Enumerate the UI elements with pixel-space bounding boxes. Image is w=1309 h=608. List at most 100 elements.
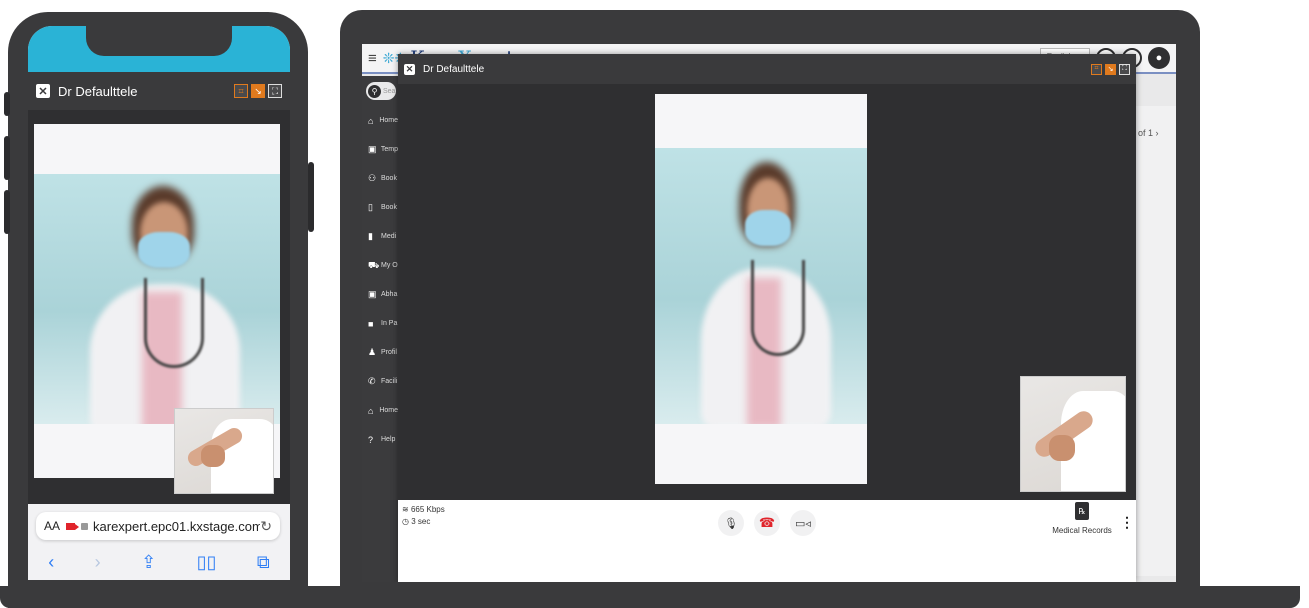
close-icon[interactable]: ✕ [36, 84, 50, 98]
call-stats: ≋ 665 Kbps ◷ 3 sec [402, 504, 445, 528]
phone-video-area [28, 110, 290, 504]
sidebar: ⚲ Sea ⌂ Home ▣ Temp ⚇ Book ▯ Book ▮ Medi ⛟ My … [362, 76, 398, 582]
medicine-icon: ▮ [368, 231, 373, 241]
medical-records-button[interactable]: ℞ Medical Records [1052, 502, 1112, 535]
self-video-preview[interactable] [1020, 376, 1126, 492]
pagination-text[interactable]: of 1 › [1138, 128, 1159, 138]
sidebar-item-medicine[interactable]: ▮ Medi [362, 222, 398, 251]
close-icon[interactable]: ✕ [404, 63, 415, 75]
stethoscope [144, 278, 204, 368]
address-bar[interactable]: AA karexpert.epc01.kxstage.com ↻ [36, 512, 280, 540]
microphone-icon: 🎙 [724, 517, 738, 530]
video-call-window: ✕ Dr Defaulttele ⌗ ↘ ⛶ ≋ 665 Kbps ◷ 3 se… [398, 54, 1136, 582]
text-size-button[interactable]: AA [44, 519, 60, 533]
template-icon: ▣ [368, 144, 377, 154]
sidebar-item-facility[interactable]: ✆ Facili [362, 367, 398, 396]
sidebar-item-label: Home [379, 407, 398, 414]
sidebar-search[interactable]: ⚲ Sea [366, 82, 396, 100]
sidebar-item-label: Facili [381, 378, 398, 385]
bookmarks-icon[interactable]: ▯▯ [197, 552, 217, 573]
prescription-icon: ℞ [1075, 502, 1089, 520]
phone-volume-up [4, 136, 10, 180]
profile-avatar-icon[interactable]: ● [1148, 47, 1170, 69]
sidebar-item-home[interactable]: ⌂ Home [362, 106, 398, 135]
sidebar-item-profile[interactable]: ♟ Profil [362, 338, 398, 367]
home-icon: ⌂ [368, 115, 374, 126]
phone-status-area [28, 26, 290, 72]
camera-button[interactable]: ▭◃ [790, 510, 816, 536]
sidebar-item-label: Abha [381, 291, 398, 298]
hangup-button[interactable]: ☎ [754, 510, 780, 536]
sidebar-item-in-patient[interactable]: ■ In Pa [362, 309, 398, 338]
tabs-icon[interactable]: ⧉ [257, 552, 270, 573]
sidebar-item-abha[interactable]: ▣ Abha [362, 280, 398, 309]
sidebar-item-label: Book [381, 175, 397, 182]
popout-icon[interactable]: ↘ [1105, 63, 1116, 75]
phone-icon: ✆ [368, 376, 376, 386]
medical-records-label: Medical Records [1052, 526, 1112, 535]
clipboard-icon: ▯ [368, 202, 373, 212]
call-controls: 🎙 ☎ ▭◃ [718, 510, 816, 536]
sidebar-item-label: Medi [381, 233, 397, 240]
call-video-area [398, 84, 1136, 530]
doctor-mask [138, 232, 190, 268]
bandwidth-row: ≋ 665 Kbps [402, 504, 445, 516]
fullscreen-icon[interactable]: ⛶ [1119, 63, 1130, 75]
minimize-icon[interactable]: ⌗ [1091, 63, 1102, 75]
laptop-device: ≡ ❊❊ KareXpert English ⍾ ☺ ● ⚲ Sea ⌂Home… [340, 10, 1200, 608]
self-video-preview[interactable] [174, 408, 274, 494]
sidebar-item-templates[interactable]: ▣ Temp [362, 135, 398, 164]
stethoscope [751, 260, 805, 356]
wifi-icon: ≋ [402, 505, 411, 514]
call-header: ✕ Dr Defaulttele ⌗ ↘ ⛶ [398, 54, 1136, 84]
url-text: karexpert.epc01.kxstage.com [93, 518, 261, 534]
sidebar-item-book-2[interactable]: ▯ Book [362, 193, 398, 222]
back-icon[interactable]: ‹ [48, 552, 54, 573]
popout-icon[interactable]: ↘ [251, 84, 265, 98]
fullscreen-icon[interactable]: ⛶ [268, 84, 282, 98]
laptop-screen: ≡ ❊❊ KareXpert English ⍾ ☺ ● ⚲ Sea ⌂Home… [362, 44, 1176, 582]
people-icon: ⚇ [368, 173, 377, 183]
share-icon[interactable]: ⇪ [141, 552, 156, 573]
call-title: Dr Defaulttele [58, 83, 138, 99]
sidebar-item-book-1[interactable]: ⚇ Book [362, 164, 398, 193]
cart-icon: ⛟ [368, 259, 380, 270]
laptop-base [0, 586, 1300, 608]
phone-screen: ✕ Dr Defaulttele ⌗ ↘ ⛶ AA karexpert.epc0… [28, 26, 290, 580]
doctor-image [655, 148, 867, 424]
phone-call-header: ✕ Dr Defaulttele ⌗ ↘ ⛶ [28, 72, 290, 110]
forward-icon[interactable]: › [95, 552, 101, 573]
safari-toolbar: AA karexpert.epc01.kxstage.com ↻ ‹ › ⇪ ▯… [28, 504, 290, 580]
window-controls: ⌗ ↘ ⛶ [1091, 63, 1130, 75]
camera-icon: ▭◃ [795, 517, 811, 530]
hangup-icon: ☎ [758, 515, 776, 530]
sidebar-item-label: Profil [381, 349, 397, 356]
window-controls: ⌗ ↘ ⛶ [234, 84, 282, 98]
bed-icon: ■ [368, 318, 374, 329]
bandwidth-value: 665 Kbps [410, 505, 445, 514]
call-footer: ≋ 665 Kbps ◷ 3 sec 🎙 ☎ ▭◃ ℞ Medical Reco… [398, 500, 1136, 582]
reload-icon[interactable]: ↻ [260, 518, 272, 535]
duration-value: 3 sec [411, 517, 431, 526]
sidebar-item-label: My O [381, 262, 398, 269]
call-title: Dr Defaulttele [423, 63, 485, 75]
more-options-icon[interactable]: ⋮ [1120, 514, 1134, 531]
clock-icon: ◷ [402, 517, 412, 526]
minimize-icon[interactable]: ⌗ [234, 84, 248, 98]
showcase: ✕ Dr Defaulttele ⌗ ↘ ⛶ AA karexpert.epc0… [0, 0, 1309, 608]
sidebar-item-label: Home [379, 117, 398, 124]
phone-volume-down [4, 190, 10, 234]
user-icon: ♟ [368, 347, 377, 357]
sidebar-item-label: Temp [380, 146, 398, 153]
remote-video [655, 94, 867, 484]
sidebar-item-help[interactable]: ? Help [362, 425, 398, 454]
sidebar-item-home-2[interactable]: ⌂ Home [362, 396, 398, 425]
browser-nav: ‹ › ⇪ ▯▯ ⧉ [28, 548, 290, 576]
sidebar-item-label: In Pa [381, 320, 398, 327]
sidebar-item-my-orders[interactable]: ⛟ My O [362, 251, 398, 280]
phone-device: ✕ Dr Defaulttele ⌗ ↘ ⛶ AA karexpert.epc0… [4, 12, 314, 608]
help-icon: ? [368, 434, 374, 445]
menu-icon[interactable]: ≡ [368, 50, 377, 67]
background-panel [1132, 106, 1176, 576]
microphone-button[interactable]: 🎙 [718, 510, 744, 536]
